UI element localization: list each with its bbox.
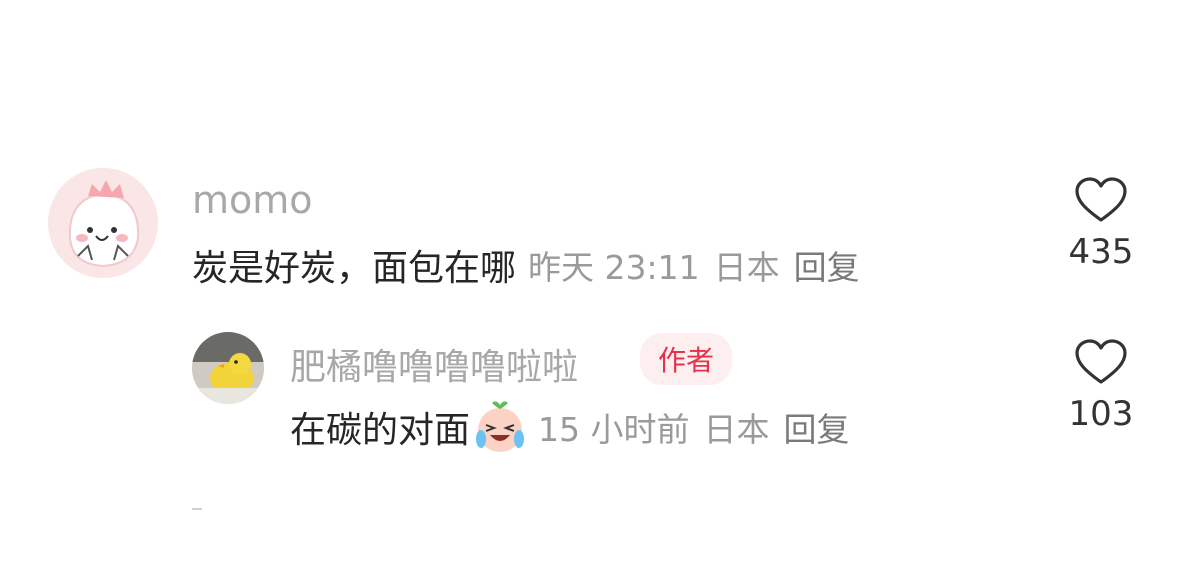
crying-laughing-emoji-icon <box>472 399 528 455</box>
comment-body[interactable]: 炭是好炭，面包在哪 昨天 23:11 日本 回复 <box>192 240 874 290</box>
username[interactable]: 肥橘噜噜噜噜啦啦 <box>290 338 578 390</box>
comment-location: 日本 <box>713 248 780 287</box>
comment-time: 昨天 23:11 <box>528 248 700 287</box>
like-button[interactable]: 103 <box>1066 338 1136 434</box>
like-count: 435 <box>1068 232 1134 272</box>
reply-time: 15 小时前 <box>538 410 690 449</box>
reply-location: 日本 <box>703 410 770 449</box>
comment-meta: 昨天 23:11 日本 回复 <box>528 241 874 289</box>
heart-icon <box>1075 177 1127 222</box>
author-badge: 作者 <box>640 333 733 385</box>
reply-button[interactable]: 回复 <box>794 248 860 287</box>
comment-item: momo 炭是好炭，面包在哪 昨天 23:11 日本 回复 435 <box>0 0 1179 300</box>
like-button[interactable]: 435 <box>1066 176 1136 272</box>
comment-text: 炭是好炭，面包在哪 <box>192 248 517 289</box>
reply-text: 在碳的对面 <box>290 410 471 451</box>
like-count: 103 <box>1068 394 1134 434</box>
reply-item: 肥橘噜噜噜噜啦啦 作者 在碳的对面 15 小时前 日本 回复 103 <box>0 300 1179 470</box>
heart-icon <box>1075 339 1127 384</box>
yellow-duck-avatar-icon <box>192 332 264 404</box>
reply-body[interactable]: 在碳的对面 15 小时前 日本 回复 <box>290 399 864 455</box>
pink-blob-avatar-icon <box>48 168 158 278</box>
reply-button[interactable]: 回复 <box>784 410 850 449</box>
avatar[interactable] <box>192 332 264 404</box>
divider <box>192 508 202 510</box>
username[interactable]: momo <box>192 178 313 222</box>
reply-meta: 15 小时前 日本 回复 <box>538 403 863 451</box>
avatar[interactable] <box>48 168 158 278</box>
